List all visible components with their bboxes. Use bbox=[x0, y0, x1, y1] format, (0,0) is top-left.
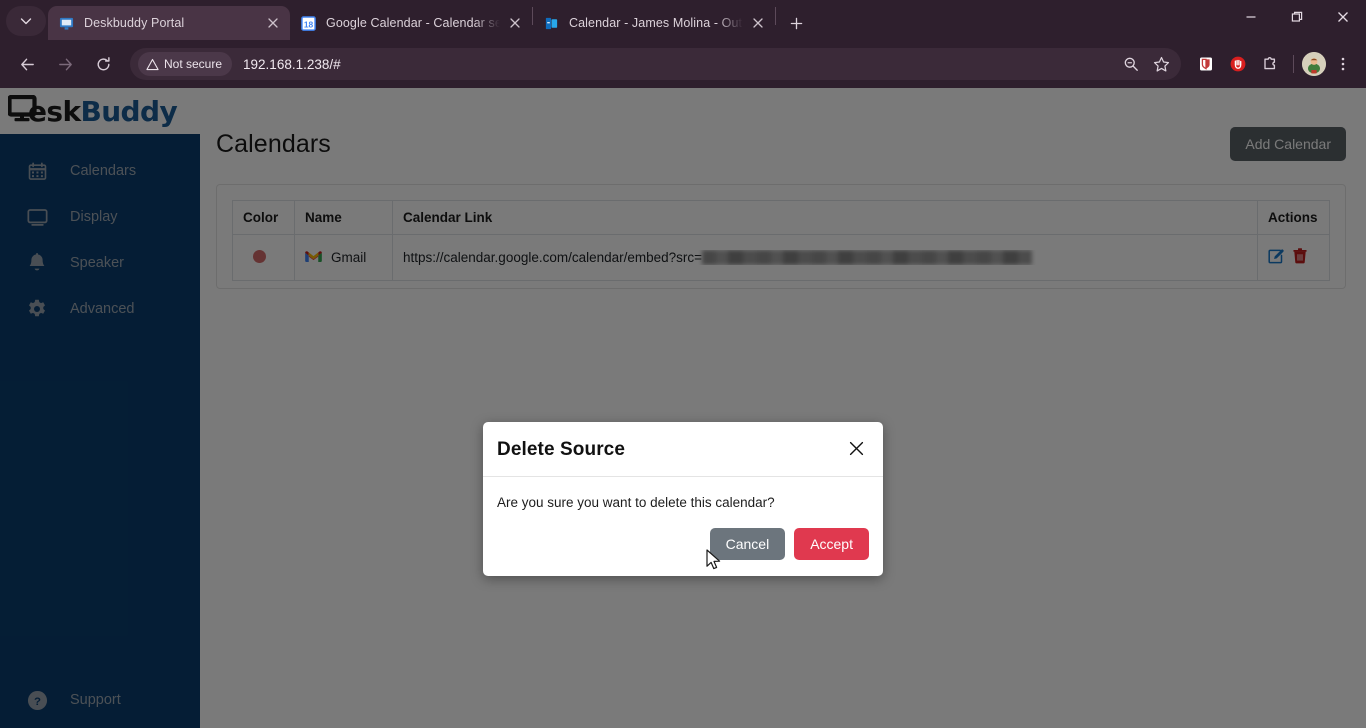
close-window-button[interactable] bbox=[1320, 0, 1366, 34]
close-icon[interactable] bbox=[264, 14, 282, 32]
modal-header: Delete Source bbox=[483, 422, 883, 477]
forward-arrow-icon bbox=[57, 56, 74, 73]
modal-title: Delete Source bbox=[497, 439, 625, 461]
reload-button[interactable] bbox=[87, 48, 119, 80]
back-arrow-icon bbox=[19, 56, 36, 73]
url-text: 192.168.1.238/# bbox=[243, 57, 1117, 72]
plus-icon bbox=[790, 17, 803, 30]
delete-source-modal: Delete Source Are you sure you want to d… bbox=[483, 422, 883, 576]
tab-divider bbox=[775, 7, 776, 25]
address-bar[interactable]: Not secure 192.168.1.238/# bbox=[130, 48, 1181, 80]
forward-button[interactable] bbox=[49, 48, 81, 80]
browser-tab-outlook-calendar[interactable]: Calendar - James Molina - Outl bbox=[533, 6, 775, 40]
search-icon[interactable] bbox=[1117, 50, 1145, 78]
browser-toolbar: Not secure 192.168.1.238/# bbox=[0, 40, 1366, 88]
extensions-area bbox=[1187, 49, 1358, 79]
browser-menu-button[interactable] bbox=[1328, 49, 1358, 79]
star-icon[interactable] bbox=[1147, 50, 1175, 78]
tab-title: Deskbuddy Portal bbox=[84, 16, 258, 30]
warning-triangle-icon bbox=[146, 58, 159, 71]
svg-text:18: 18 bbox=[304, 19, 314, 29]
browser-tab-google-calendar[interactable]: 18 Google Calendar - Calendar set bbox=[290, 6, 532, 40]
close-icon[interactable] bbox=[506, 14, 524, 32]
omnibox-actions bbox=[1117, 50, 1175, 78]
modal-footer: Cancel Accept bbox=[483, 514, 883, 576]
accept-button[interactable]: Accept bbox=[794, 528, 869, 560]
tab-title: Calendar - James Molina - Outl bbox=[569, 16, 743, 30]
extensions-puzzle-icon[interactable] bbox=[1255, 49, 1285, 79]
modal-overlay[interactable] bbox=[0, 88, 1366, 728]
chevron-down-icon bbox=[20, 15, 32, 27]
profile-avatar[interactable] bbox=[1302, 52, 1326, 76]
monitor-icon bbox=[58, 15, 75, 32]
maximize-button[interactable] bbox=[1274, 0, 1320, 34]
tab-search-button[interactable] bbox=[6, 6, 46, 36]
reload-icon bbox=[95, 56, 112, 73]
bitwarden-extension-icon[interactable] bbox=[1191, 49, 1221, 79]
page-viewport: Calendars Add Calendar Color Name Calend… bbox=[0, 88, 1366, 728]
toolbar-divider bbox=[1293, 55, 1294, 73]
ublock-origin-extension-icon[interactable] bbox=[1223, 49, 1253, 79]
browser-window: Deskbuddy Portal 18 Google Calendar - Ca… bbox=[0, 0, 1366, 728]
tab-title: Google Calendar - Calendar set bbox=[326, 16, 500, 30]
close-icon[interactable] bbox=[749, 14, 767, 32]
back-button[interactable] bbox=[11, 48, 43, 80]
browser-tab-deskbuddy[interactable]: Deskbuddy Portal bbox=[48, 6, 290, 40]
modal-message: Are you sure you want to delete this cal… bbox=[483, 477, 883, 514]
new-tab-button[interactable] bbox=[782, 9, 810, 37]
google-calendar-icon: 18 bbox=[300, 15, 317, 32]
security-status-label: Not secure bbox=[164, 57, 222, 71]
minimize-button[interactable] bbox=[1228, 0, 1274, 34]
close-icon[interactable] bbox=[846, 441, 867, 460]
window-controls bbox=[1228, 0, 1366, 34]
mouse-cursor bbox=[706, 549, 724, 578]
tab-strip: Deskbuddy Portal 18 Google Calendar - Ca… bbox=[0, 0, 1366, 40]
security-status-badge[interactable]: Not secure bbox=[138, 52, 232, 76]
outlook-icon bbox=[543, 15, 560, 32]
